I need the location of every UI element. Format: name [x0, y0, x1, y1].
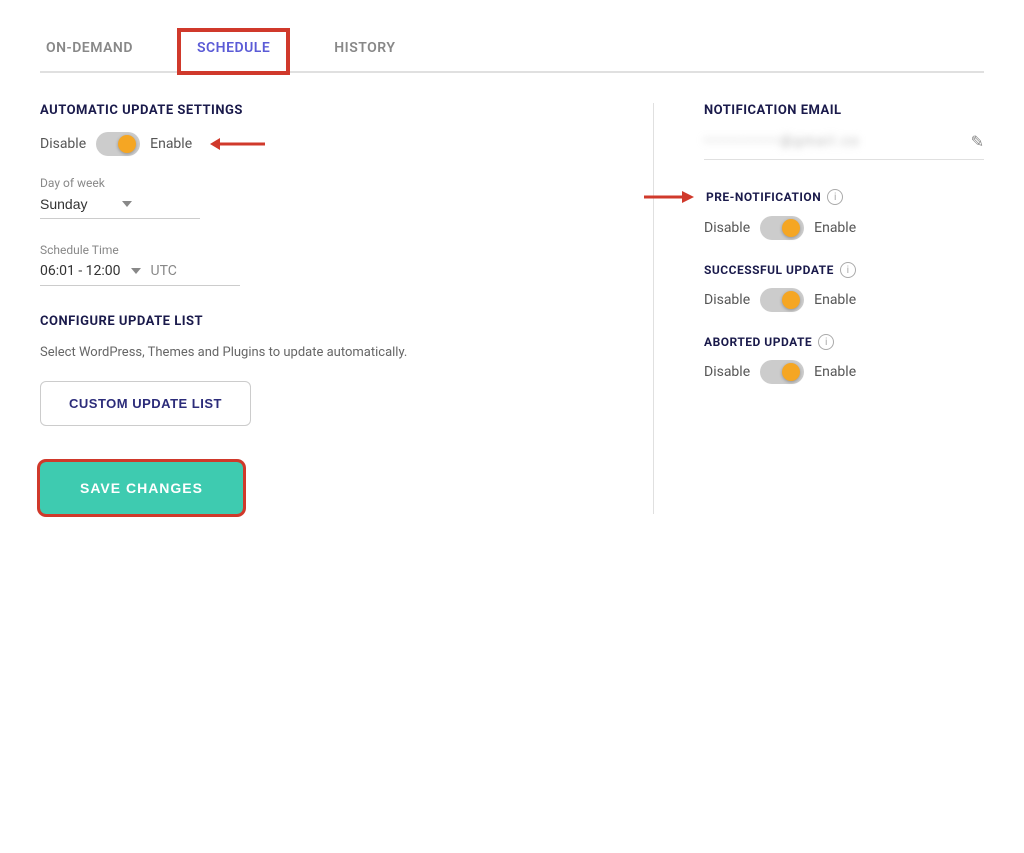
pre-notification-enable-label: Enable: [814, 220, 856, 236]
pre-notification-disable-label: Disable: [704, 220, 750, 236]
pre-notification-toggle[interactable]: [760, 216, 804, 240]
custom-update-list-button[interactable]: CUSTOM UPDATE LIST: [40, 381, 251, 426]
schedule-time-timezone: UTC: [151, 263, 177, 279]
notification-email-title: NOTIFICATION EMAIL: [704, 103, 984, 118]
successful-update-title-row: SUCCESSFUL UPDATE i: [704, 262, 984, 278]
configure-description: Select WordPress, Themes and Plugins to …: [40, 343, 603, 363]
auto-update-title: AUTOMATIC UPDATE SETTINGS: [40, 103, 603, 118]
pre-notification-toggle-row: Disable Enable: [704, 216, 984, 240]
main-content: AUTOMATIC UPDATE SETTINGS Disable Enable…: [40, 103, 984, 514]
pre-notification-section: PRE-NOTIFICATION i Disable Enable: [704, 188, 984, 240]
pre-notification-title-row: PRE-NOTIFICATION i: [704, 188, 984, 206]
tab-on-demand[interactable]: ON-DEMAND: [40, 30, 139, 73]
email-row: ••••••••••••@gmail.co ✎: [704, 132, 984, 160]
pre-notification-title: PRE-NOTIFICATION: [706, 190, 821, 204]
successful-update-toggle-thumb: [782, 291, 800, 309]
pre-notification-info-icon[interactable]: i: [827, 189, 843, 205]
arrow-pointing-left-icon: [210, 134, 270, 154]
successful-update-section: SUCCESSFUL UPDATE i Disable Enable: [704, 262, 984, 312]
schedule-time-chevron-icon[interactable]: [131, 268, 141, 274]
auto-update-enable-label: Enable: [150, 136, 192, 152]
aborted-update-toggle[interactable]: [760, 360, 804, 384]
aborted-update-toggle-row: Disable Enable: [704, 360, 984, 384]
successful-update-toggle[interactable]: [760, 288, 804, 312]
successful-update-info-icon[interactable]: i: [840, 262, 856, 278]
edit-email-icon[interactable]: ✎: [971, 132, 984, 151]
successful-update-disable-label: Disable: [704, 292, 750, 308]
day-of-week-select[interactable]: Sunday Monday Tuesday Wednesday Thursday…: [40, 196, 114, 212]
auto-update-disable-label: Disable: [40, 136, 86, 152]
tab-history[interactable]: HISTORY: [328, 30, 401, 73]
day-of-week-select-wrap: Sunday Monday Tuesday Wednesday Thursday…: [40, 196, 200, 219]
email-display: ••••••••••••@gmail.co: [704, 134, 961, 149]
pre-notification-toggle-thumb: [782, 219, 800, 237]
schedule-time-section: Schedule Time 06:01 - 12:00 UTC: [40, 243, 603, 286]
toggle-thumb: [118, 135, 136, 153]
day-of-week-label: Day of week: [40, 176, 603, 190]
right-column: NOTIFICATION EMAIL ••••••••••••@gmail.co…: [704, 103, 984, 514]
aborted-update-info-icon[interactable]: i: [818, 334, 834, 350]
schedule-time-value: 06:01 - 12:00: [40, 263, 121, 279]
aborted-update-toggle-thumb: [782, 363, 800, 381]
vertical-divider: [653, 103, 654, 514]
aborted-update-title-row: ABORTED UPDATE i: [704, 334, 984, 350]
successful-update-toggle-row: Disable Enable: [704, 288, 984, 312]
arrow-to-pre-notification-icon: [644, 188, 694, 206]
schedule-time-wrap: 06:01 - 12:00 UTC: [40, 263, 240, 286]
save-changes-button[interactable]: SAVE CHANGES: [40, 462, 243, 514]
chevron-down-icon: [122, 201, 132, 207]
aborted-update-title: ABORTED UPDATE: [704, 335, 812, 349]
aborted-update-enable-label: Enable: [814, 364, 856, 380]
successful-update-enable-label: Enable: [814, 292, 856, 308]
aborted-update-section: ABORTED UPDATE i Disable Enable: [704, 334, 984, 384]
aborted-update-disable-label: Disable: [704, 364, 750, 380]
auto-update-toggle[interactable]: [96, 132, 140, 156]
successful-update-title: SUCCESSFUL UPDATE: [704, 263, 834, 277]
configure-title: CONFIGURE UPDATE LIST: [40, 314, 603, 329]
tabs-container: ON-DEMAND SCHEDULE HISTORY: [40, 30, 984, 73]
notification-email-section: NOTIFICATION EMAIL ••••••••••••@gmail.co…: [704, 103, 984, 160]
left-column: AUTOMATIC UPDATE SETTINGS Disable Enable…: [40, 103, 603, 514]
day-of-week-section: Day of week Sunday Monday Tuesday Wednes…: [40, 176, 603, 219]
auto-update-toggle-row: Disable Enable: [40, 132, 603, 156]
save-section: SAVE CHANGES: [40, 462, 603, 514]
tab-schedule[interactable]: SCHEDULE: [179, 30, 288, 73]
schedule-time-label: Schedule Time: [40, 243, 603, 257]
